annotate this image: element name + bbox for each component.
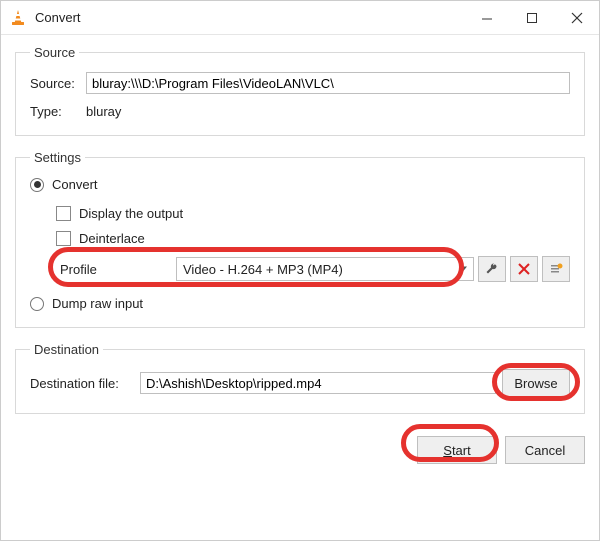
dump-radio-label: Dump raw input	[52, 296, 143, 311]
wrench-icon	[485, 262, 499, 276]
new-profile-button[interactable]	[542, 256, 570, 282]
cancel-button-label: Cancel	[525, 443, 565, 458]
convert-radio[interactable]	[30, 178, 44, 192]
source-group: Source Source: Type: bluray	[15, 45, 585, 136]
source-legend: Source	[30, 45, 79, 60]
list-add-icon	[549, 262, 563, 276]
maximize-icon	[526, 12, 538, 24]
profile-label: Profile	[56, 262, 176, 277]
dialog-footer: Start Cancel	[15, 428, 585, 464]
window: Convert Source Source: Type: bluray	[0, 0, 600, 541]
convert-radio-label: Convert	[52, 177, 98, 192]
settings-legend: Settings	[30, 150, 85, 165]
cancel-button[interactable]: Cancel	[505, 436, 585, 464]
x-icon	[517, 262, 531, 276]
deinterlace-label: Deinterlace	[79, 231, 145, 246]
destination-legend: Destination	[30, 342, 103, 357]
close-window-button[interactable]	[554, 3, 599, 33]
dump-radio[interactable]	[30, 297, 44, 311]
minimize-icon	[481, 12, 493, 24]
chevron-down-icon	[459, 267, 467, 272]
type-value: bluray	[86, 104, 121, 119]
destination-group: Destination Destination file: Browse	[15, 342, 585, 414]
destination-file-label: Destination file:	[30, 376, 140, 391]
client-area: Source Source: Type: bluray Settings Con…	[1, 35, 599, 540]
browse-button[interactable]: Browse	[502, 369, 570, 397]
source-label: Source:	[30, 76, 86, 91]
destination-file-input[interactable]	[140, 372, 496, 394]
source-input[interactable]	[86, 72, 570, 94]
start-button-label: Start	[443, 443, 470, 458]
titlebar: Convert	[1, 1, 599, 35]
display-output-row[interactable]: Display the output	[56, 206, 570, 221]
display-output-label: Display the output	[79, 206, 183, 221]
type-label: Type:	[30, 104, 86, 119]
vlc-cone-icon	[9, 9, 27, 27]
deinterlace-row[interactable]: Deinterlace	[56, 231, 570, 246]
dump-radio-row[interactable]: Dump raw input	[30, 296, 570, 311]
window-controls	[464, 3, 599, 33]
edit-profile-button[interactable]	[478, 256, 506, 282]
minimize-button[interactable]	[464, 3, 509, 33]
deinterlace-checkbox[interactable]	[56, 231, 71, 246]
profile-row: Profile Video - H.264 + MP3 (MP4)	[56, 256, 570, 282]
convert-radio-row[interactable]: Convert	[30, 177, 570, 192]
profile-selected-value: Video - H.264 + MP3 (MP4)	[183, 262, 343, 277]
window-title: Convert	[35, 10, 464, 25]
delete-profile-button[interactable]	[510, 256, 538, 282]
close-icon	[571, 12, 583, 24]
settings-group: Settings Convert Display the output Dein…	[15, 150, 585, 328]
profile-select[interactable]: Video - H.264 + MP3 (MP4)	[176, 257, 474, 281]
maximize-button[interactable]	[509, 3, 554, 33]
display-output-checkbox[interactable]	[56, 206, 71, 221]
browse-button-label: Browse	[514, 376, 557, 391]
start-button[interactable]: Start	[417, 436, 497, 464]
